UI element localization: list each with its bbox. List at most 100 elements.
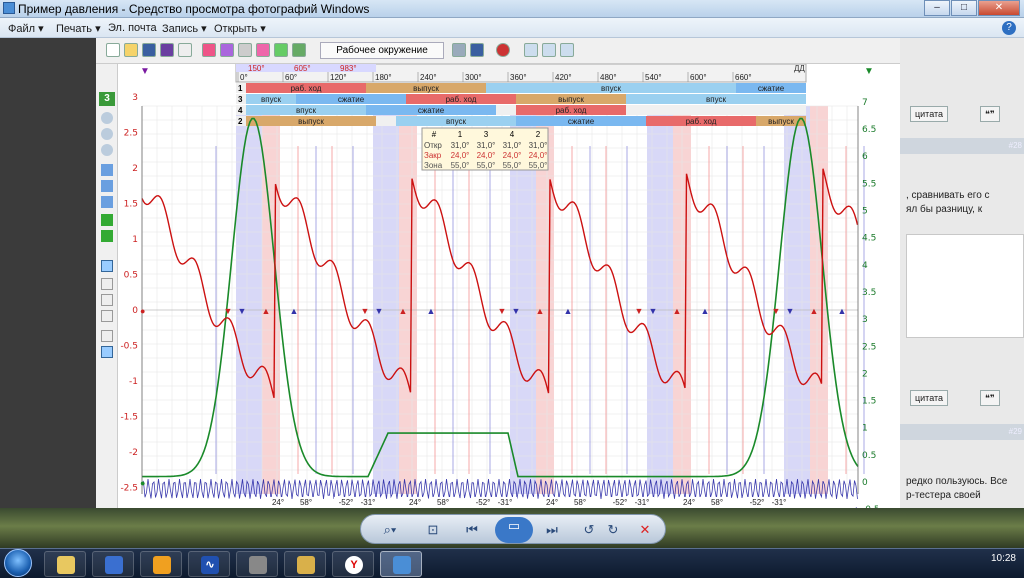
bottom-angle-label: -52°: [476, 498, 491, 507]
rotate-right-icon[interactable]: ↻: [603, 521, 623, 539]
actual-size-icon[interactable]: ⊡: [423, 521, 443, 539]
right-axis-tick: 2: [862, 369, 868, 379]
green-up-icon[interactable]: [101, 214, 113, 226]
menu-burn[interactable]: Запись ▾: [162, 22, 207, 35]
oscilloscope-app: Рабочее окружение 3 150° 605° 983° ДД 0° 60° 1…: [96, 38, 900, 508]
waveform-tool-4-icon[interactable]: [274, 43, 288, 57]
measure-tool-icon[interactable]: [101, 294, 113, 306]
exhaust-marker-icon: ▲: [673, 306, 682, 316]
chart-tool-icon[interactable]: [101, 330, 113, 342]
open-folder-icon[interactable]: [124, 43, 138, 57]
channel-badge[interactable]: 3: [99, 92, 115, 106]
new-file-icon[interactable]: [106, 43, 120, 57]
marker-tool-icon[interactable]: [101, 310, 113, 322]
right-axis-tick: 3.5: [862, 288, 876, 298]
split-view-icon[interactable]: [560, 43, 574, 57]
reply-icon[interactable]: ❝❞: [980, 106, 1000, 122]
right-axis-tick: 4.5: [862, 234, 876, 244]
cursor-tool-icon[interactable]: [101, 260, 113, 272]
left-axis-tick: 1: [132, 235, 138, 245]
zoom-out-icon[interactable]: [101, 112, 113, 124]
save-icon[interactable]: [142, 43, 156, 57]
previous-icon[interactable]: ⏮: [461, 521, 483, 539]
delete-icon[interactable]: ✕: [635, 521, 655, 539]
zoom-in-icon[interactable]: [101, 128, 113, 140]
marker-c-label: 983°: [340, 64, 357, 73]
pressure-chart[interactable]: 150° 605° 983° ДД 0° 60° 120° 180° 240° 300° 360° 4…: [118, 64, 878, 508]
right-axis-tick: 5.5: [862, 179, 876, 189]
media-button[interactable]: [92, 551, 134, 577]
print-icon[interactable]: [178, 43, 192, 57]
cylinder-number: 4: [238, 106, 243, 115]
save-as-icon[interactable]: [160, 43, 174, 57]
timing-header: 4: [510, 130, 515, 139]
stroke-segment-label: впуск: [446, 117, 466, 126]
waveform-tool-1-icon[interactable]: [202, 43, 216, 57]
menu-print[interactable]: Печать ▾: [56, 22, 101, 35]
filter-tool-icon[interactable]: [238, 43, 252, 57]
yandex-button[interactable]: Y: [332, 551, 374, 577]
save-snapshot-icon[interactable]: [470, 43, 484, 57]
bottom-angle-label: 58°: [711, 498, 723, 507]
arrow-down-icon[interactable]: [101, 196, 113, 208]
rotate-left-icon[interactable]: ↺: [579, 521, 599, 539]
maximize-button[interactable]: □: [951, 0, 977, 16]
stroke-segment-label: раб. ход: [446, 95, 477, 104]
bottom-angle-label: 58°: [300, 498, 312, 507]
bottom-angle-label: -31°: [361, 498, 376, 507]
reply-icon[interactable]: ❝❞: [980, 390, 1000, 406]
minimize-button[interactable]: –: [924, 0, 950, 16]
waveform-tool-2-icon[interactable]: [220, 43, 234, 57]
arrow-updown-icon[interactable]: [101, 180, 113, 192]
explorer-button[interactable]: [44, 551, 86, 577]
app5-button[interactable]: [236, 551, 278, 577]
timing-header: #: [432, 130, 437, 139]
angle-label: 420°: [555, 73, 572, 82]
arrow-up-icon[interactable]: [101, 164, 113, 176]
marker-b-label: 605°: [294, 64, 311, 73]
intake-marker-icon: ▲: [701, 306, 710, 316]
next-icon[interactable]: ⏭: [541, 521, 563, 539]
help-icon[interactable]: ?: [1002, 21, 1016, 35]
right-axis-tick: 7: [862, 98, 868, 108]
zoom-reset-icon[interactable]: [101, 144, 113, 156]
slideshow-icon[interactable]: ▭: [495, 517, 533, 543]
overlay-tool-icon[interactable]: [101, 346, 113, 358]
waveform-tool-3-icon[interactable]: [256, 43, 270, 57]
timing-value: 24,0°: [529, 151, 548, 160]
app6-icon: [297, 556, 315, 574]
oscilloscope-button[interactable]: ∿: [188, 551, 230, 577]
left-axis-tick: -1: [129, 377, 138, 387]
undo-icon[interactable]: [452, 43, 466, 57]
stroke-segment-label: сжатие: [568, 117, 595, 126]
app6-button[interactable]: [284, 551, 326, 577]
grid-view-icon[interactable]: [524, 43, 538, 57]
app3-button[interactable]: [140, 551, 182, 577]
left-axis-tick: -2: [129, 448, 138, 458]
stroke-segment-label: впуск: [706, 95, 726, 104]
close-button[interactable]: ✕: [978, 0, 1020, 16]
eraser-icon[interactable]: [496, 43, 510, 57]
waveform-tool-5-icon[interactable]: [292, 43, 306, 57]
start-button[interactable]: [4, 549, 32, 577]
stroke-segment-label: выпуск: [768, 117, 794, 126]
photo-viewer-button[interactable]: [380, 551, 422, 577]
quote-button[interactable]: цитата: [910, 390, 949, 406]
quote-button[interactable]: цитата: [910, 106, 949, 122]
right-axis-tick: 0: [862, 478, 868, 488]
stroke-segment-label: впуск: [296, 106, 316, 115]
intake-zone-band: [647, 106, 673, 494]
bottom-angle-label: 58°: [437, 498, 449, 507]
zoom-icon[interactable]: ⌕▾: [373, 521, 407, 539]
exhaust-marker-icon: ▲: [262, 306, 271, 316]
bottom-angle-label: -52°: [339, 498, 354, 507]
text-tool-icon[interactable]: [101, 278, 113, 290]
table-view-icon[interactable]: [542, 43, 556, 57]
exhaust-marker-icon: ▲: [399, 306, 408, 316]
yandex-icon: Y: [345, 556, 363, 574]
environment-select[interactable]: Рабочее окружение: [320, 42, 444, 59]
green-down-icon[interactable]: [101, 230, 113, 242]
menu-email[interactable]: Эл. почта: [108, 22, 157, 34]
menu-file[interactable]: Файл ▾: [8, 22, 44, 35]
menu-open[interactable]: Открыть ▾: [214, 22, 266, 35]
